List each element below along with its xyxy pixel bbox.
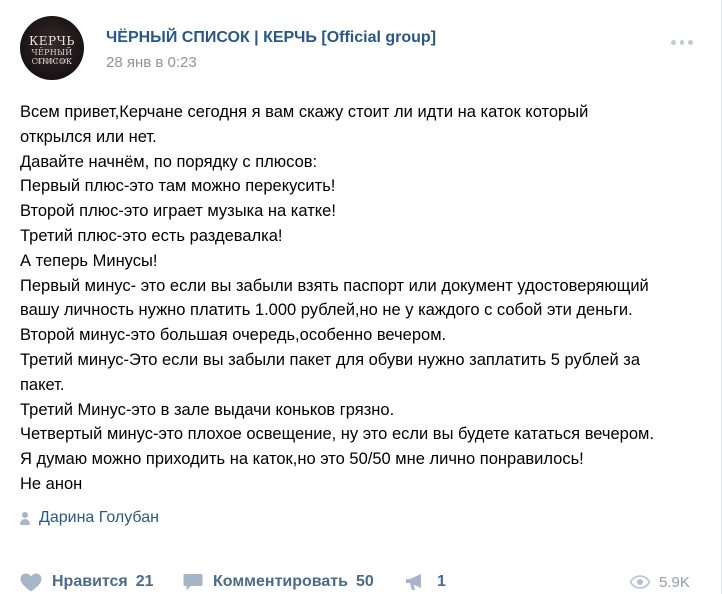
share-count: 1 <box>437 573 446 590</box>
post-text-line: А теперь Минусы! <box>20 251 158 270</box>
group-avatar[interactable]: КЕРЧЬ ЧЁРНЫЙ СПИСОК BLACK LIST <box>20 16 84 80</box>
wall-post: КЕРЧЬ ЧЁРНЫЙ СПИСОК BLACK LIST ЧЁРНЫЙ СП… <box>0 0 722 594</box>
post-text-line: Четвертый минус-это плохое освещение, ну… <box>20 425 654 444</box>
avatar-logo-line-3: BLACK LIST <box>36 59 68 65</box>
more-dots-icon[interactable] <box>671 40 694 46</box>
person-icon-body <box>20 518 30 525</box>
post-text-line: открылся или нет. <box>20 127 157 146</box>
share-button[interactable]: 1 <box>405 570 446 594</box>
dot <box>671 40 676 45</box>
megaphone-icon <box>406 574 421 590</box>
author-name-link[interactable]: Дарина Голубан <box>39 509 159 527</box>
like-label: Нравится <box>52 573 128 590</box>
dot <box>688 40 694 45</box>
like-count: 21 <box>135 573 154 590</box>
post-text-line: Давайте начнём, по порядку с плюсов: <box>20 152 318 171</box>
heart-icon <box>20 573 42 591</box>
person-icon-head <box>22 511 28 518</box>
post-text-line: Первый минус- это если вы забыли взять п… <box>20 276 649 295</box>
post-text-line: Второй плюс-это играет музыка на катке! <box>20 202 336 221</box>
post-text-line: вашу личность нужно платить 1.000 рублей… <box>20 301 633 320</box>
comment-button[interactable]: Комментировать 50 <box>183 570 374 594</box>
group-name-link[interactable]: ЧЁРНЫЙ СПИСОК | КЕРЧЬ [Official group] <box>106 29 436 47</box>
dot <box>679 40 685 45</box>
post-text: Всем привет,Керчане сегодня я вам скажу … <box>20 100 710 497</box>
post-text-line: Первый плюс-это там можно перекусить! <box>20 177 336 196</box>
post-text-line: Третий Минус-это в зале выдачи коньков г… <box>20 400 395 419</box>
avatar-logo-line-1: КЕРЧЬ <box>29 34 75 48</box>
comment-bubble-icon <box>183 574 203 590</box>
comment-count: 50 <box>355 573 374 590</box>
post-text-line: Не анон <box>20 474 83 493</box>
views-counter: 5.9K <box>630 570 690 594</box>
like-button[interactable]: Нравится 21 <box>20 570 154 594</box>
post-text-line: Второй минус-это большая очередь,особенн… <box>20 326 447 345</box>
comment-label: Комментировать <box>213 573 348 590</box>
post-actions-bar: Нравится 21 Комментировать 50 1 5.9K <box>0 570 722 594</box>
post-text-line: Я думаю можно приходить на каток,но это … <box>20 450 584 469</box>
views-count: 5.9K <box>659 573 690 591</box>
post-author[interactable]: Дарина Голубан <box>20 507 159 529</box>
post-text-line: пакет. <box>20 375 65 394</box>
eye-icon <box>630 575 650 589</box>
person-icon <box>20 511 30 525</box>
post-text-line: Третий плюс-это есть раздевалка! <box>20 226 283 245</box>
post-text-line: Третий минус-Это если вы забыли пакет дл… <box>20 350 641 369</box>
post-text-line: Всем привет,Керчане сегодня я вам скажу … <box>20 103 589 121</box>
post-date-link[interactable]: 28 янв в 0:23 <box>106 54 197 71</box>
